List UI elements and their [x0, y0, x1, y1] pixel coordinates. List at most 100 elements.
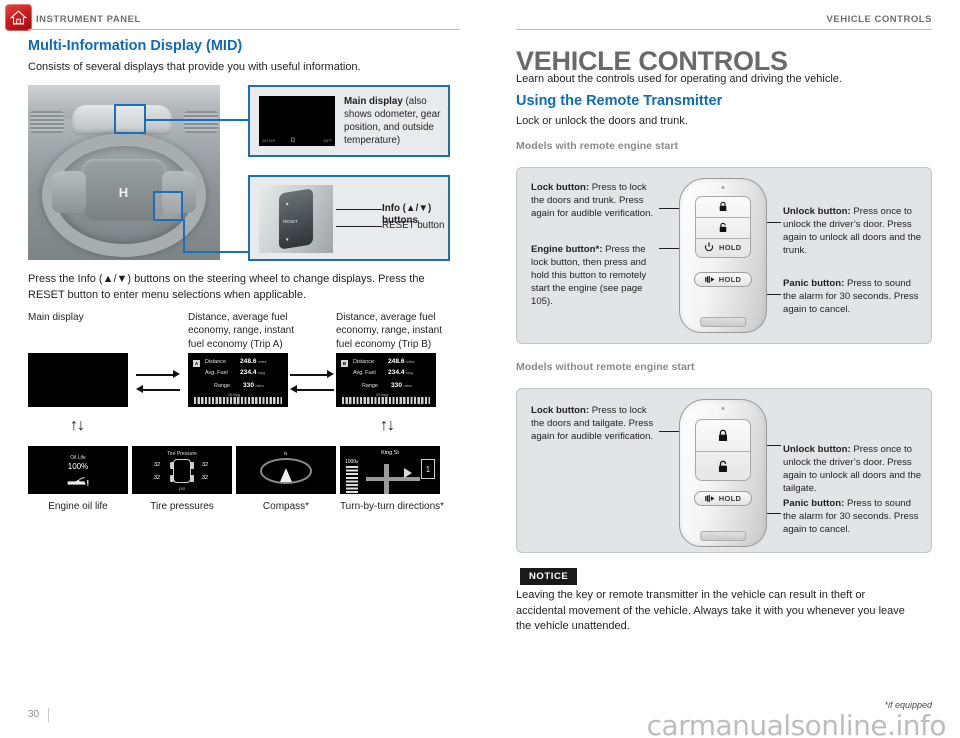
label-models-without-remote-start: Models without remote engine start — [516, 361, 695, 373]
caption-engine-oil-life: Engine oil life — [48, 501, 108, 512]
trip-b-distance-unit: miles — [406, 360, 415, 364]
mid-intro: Consists of several displays that provid… — [28, 61, 361, 73]
fob-panic-hold-label-2: HOLD — [718, 494, 742, 503]
unlock-icon-2[interactable] — [718, 460, 729, 473]
watermark: carmanualsonline.info — [646, 709, 947, 738]
trip-b-range-unit: miles — [403, 384, 412, 388]
screen-compass: N — [236, 446, 336, 494]
screen-trip-a: A Distance 248.6 miles Avg. Fuel 234.4 m… — [188, 353, 288, 407]
mid-section-title: Multi-Information Display (MID) — [28, 38, 243, 54]
footer-divider — [48, 708, 49, 722]
caption-compass: Compass* — [262, 501, 310, 512]
key-fob-with-engine-start: HOLD HOLD — [679, 178, 767, 333]
highlight-info-buttons — [153, 191, 183, 221]
arrow-updown-left: ↑↓ — [70, 417, 85, 434]
panel-remote-with-engine-start: Lock button: Press to lock the doors and… — [516, 167, 932, 344]
text-unlock-button-1-bold: Unlock button: — [783, 206, 851, 217]
tpms-front-right: 32 — [202, 462, 209, 468]
trip-a-distance-label: Distance — [205, 359, 226, 365]
trip-a-range-label: Range — [214, 383, 230, 389]
caption-trip-a: Distance, average fuel economy, range, i… — [188, 312, 294, 350]
fob-buttonpad-1: HOLD — [695, 196, 751, 258]
turn-distance: 1000 — [345, 459, 357, 465]
trip-a-avgfuel-value: 234.4 — [240, 369, 257, 376]
turn-sign: 1 — [421, 459, 435, 479]
odometer-value: 002345 — [262, 139, 275, 143]
remote-transmitter-intro: Lock or unlock the doors and trunk. — [516, 115, 688, 127]
fob-panic-button-2[interactable]: HOLD — [694, 491, 752, 506]
notice-text: Leaving the key or remote transmitter in… — [516, 589, 905, 633]
text-unlock-button-2: Unlock button: Press once to unlock the … — [783, 444, 925, 496]
screen-engine-oil-life: Oil Life 100% — [28, 446, 128, 494]
panic-horn-icon-2 — [704, 495, 715, 502]
trip-b-range-value: 330 — [391, 382, 403, 389]
chapter-intro: Learn about the controls used for operat… — [516, 73, 842, 85]
trip-b-bargraph — [342, 397, 430, 404]
text-panic-button-2-bold: Panic button: — [783, 498, 845, 509]
fob-panic-button-1[interactable]: HOLD — [694, 272, 752, 287]
mid-instruction: Press the Info (▲/▼) buttons on the stee… — [28, 273, 425, 301]
tpms-rear-right: 32 — [202, 475, 209, 481]
screen-turn-by-turn: King St 1000ft 1 — [340, 446, 440, 494]
highlight-main-display — [114, 104, 146, 134]
tpms-rear-left: 32 — [154, 475, 161, 481]
text-engine-button-1: Engine button*: Press the lock button, t… — [531, 244, 659, 309]
trip-b-badge: B — [341, 360, 348, 367]
label-reset-button: RESET button — [382, 220, 445, 231]
tpms-front-left: 32 — [154, 462, 161, 468]
caption-tire-pressures: Tire pressures — [150, 501, 214, 512]
manual-page: INSTRUMENT PANEL VEHICLE CONTROLS Multi-… — [0, 0, 960, 738]
trip-b-avgfuel-label: Avg. Fuel — [353, 370, 376, 376]
fob-footer-2 — [700, 531, 746, 541]
unlock-icon-1[interactable] — [719, 222, 728, 233]
text-engine-button-1-bold: Engine button*: — [531, 244, 603, 255]
chapter-title: VEHICLE CONTROLS — [516, 46, 788, 76]
leader-reset-button — [336, 226, 382, 227]
text-lock-button-2: Lock button: Press to lock the doors and… — [531, 405, 659, 444]
tpms-title: Tire Pressure — [167, 451, 197, 457]
caption-turn-by-turn: Turn-by-turn directions* — [339, 501, 445, 512]
label-models-with-remote-start: Models with remote engine start — [516, 140, 679, 152]
oil-can-icon — [67, 477, 89, 486]
caption-main-display: Main display — [28, 312, 84, 323]
trip-a-avgfuel-unit: mpg — [258, 371, 266, 375]
panel-remote-without-engine-start: Lock button: Press to lock the doors and… — [516, 388, 932, 553]
fob-buttonpad-2 — [695, 419, 751, 481]
screen-trip-b: B Distance 248.6 miles Avg. Fuel 234.4 m… — [336, 353, 436, 407]
compass-north-label: N — [284, 451, 288, 456]
connector-info-v — [183, 219, 185, 253]
gear-position: D — [290, 138, 296, 144]
text-panic-button-1-bold: Panic button: — [783, 278, 845, 289]
trip-a-range-value: 330 — [243, 382, 255, 389]
trip-b-avgfuel-value: 234.4 — [388, 369, 405, 376]
trip-a-range-unit: miles — [255, 384, 264, 388]
oil-life-value: 100% — [67, 462, 89, 471]
mid-main-display-screen: 002345 D 63°F — [259, 96, 335, 146]
fob-footer-1 — [700, 317, 746, 327]
text-unlock-button-2-bold: Unlock button: — [783, 444, 851, 455]
text-panic-button-1: Panic button: Press to sound the alarm f… — [783, 278, 925, 317]
turn-distance-unit: ft — [356, 460, 359, 464]
engine-start-icon-1[interactable] — [704, 242, 714, 252]
trip-a-badge: A — [193, 360, 200, 367]
fob-led-2 — [721, 407, 725, 410]
right-column: VEHICLE CONTROLS Learn about the control… — [516, 0, 932, 738]
trip-a-avgfuel-label: Avg. Fuel — [205, 370, 228, 376]
fob-engine-row-1[interactable]: HOLD — [704, 242, 741, 252]
arrow-updown-right: ↑↓ — [380, 417, 395, 434]
screen-tire-pressures: Tire Pressure 32 32 32 32 psi — [132, 446, 232, 494]
lock-icon-1[interactable] — [719, 201, 728, 212]
trip-a-bargraph — [194, 397, 282, 404]
screen-main-display — [28, 353, 128, 407]
notice-badge: NOTICE — [520, 568, 578, 585]
lock-icon-2[interactable] — [718, 429, 729, 442]
caption-trip-b: Distance, average fuel economy, range, i… — [336, 312, 442, 350]
connector-info-h — [183, 251, 248, 253]
text-panic-button-2: Panic button: Press to sound the alarm f… — [783, 498, 925, 537]
trip-b-distance-value: 248.6 — [388, 358, 405, 365]
trip-a-distance-value: 248.6 — [240, 358, 257, 365]
text-lock-button-1: Lock button: Press to lock the doors and… — [531, 182, 659, 221]
text-lock-button-1-bold: Lock button: — [531, 182, 590, 193]
fob-panic-hold-label-1: HOLD — [718, 275, 742, 284]
callout-main-display: 002345 D 63°F Main display (also shows o… — [248, 85, 450, 157]
